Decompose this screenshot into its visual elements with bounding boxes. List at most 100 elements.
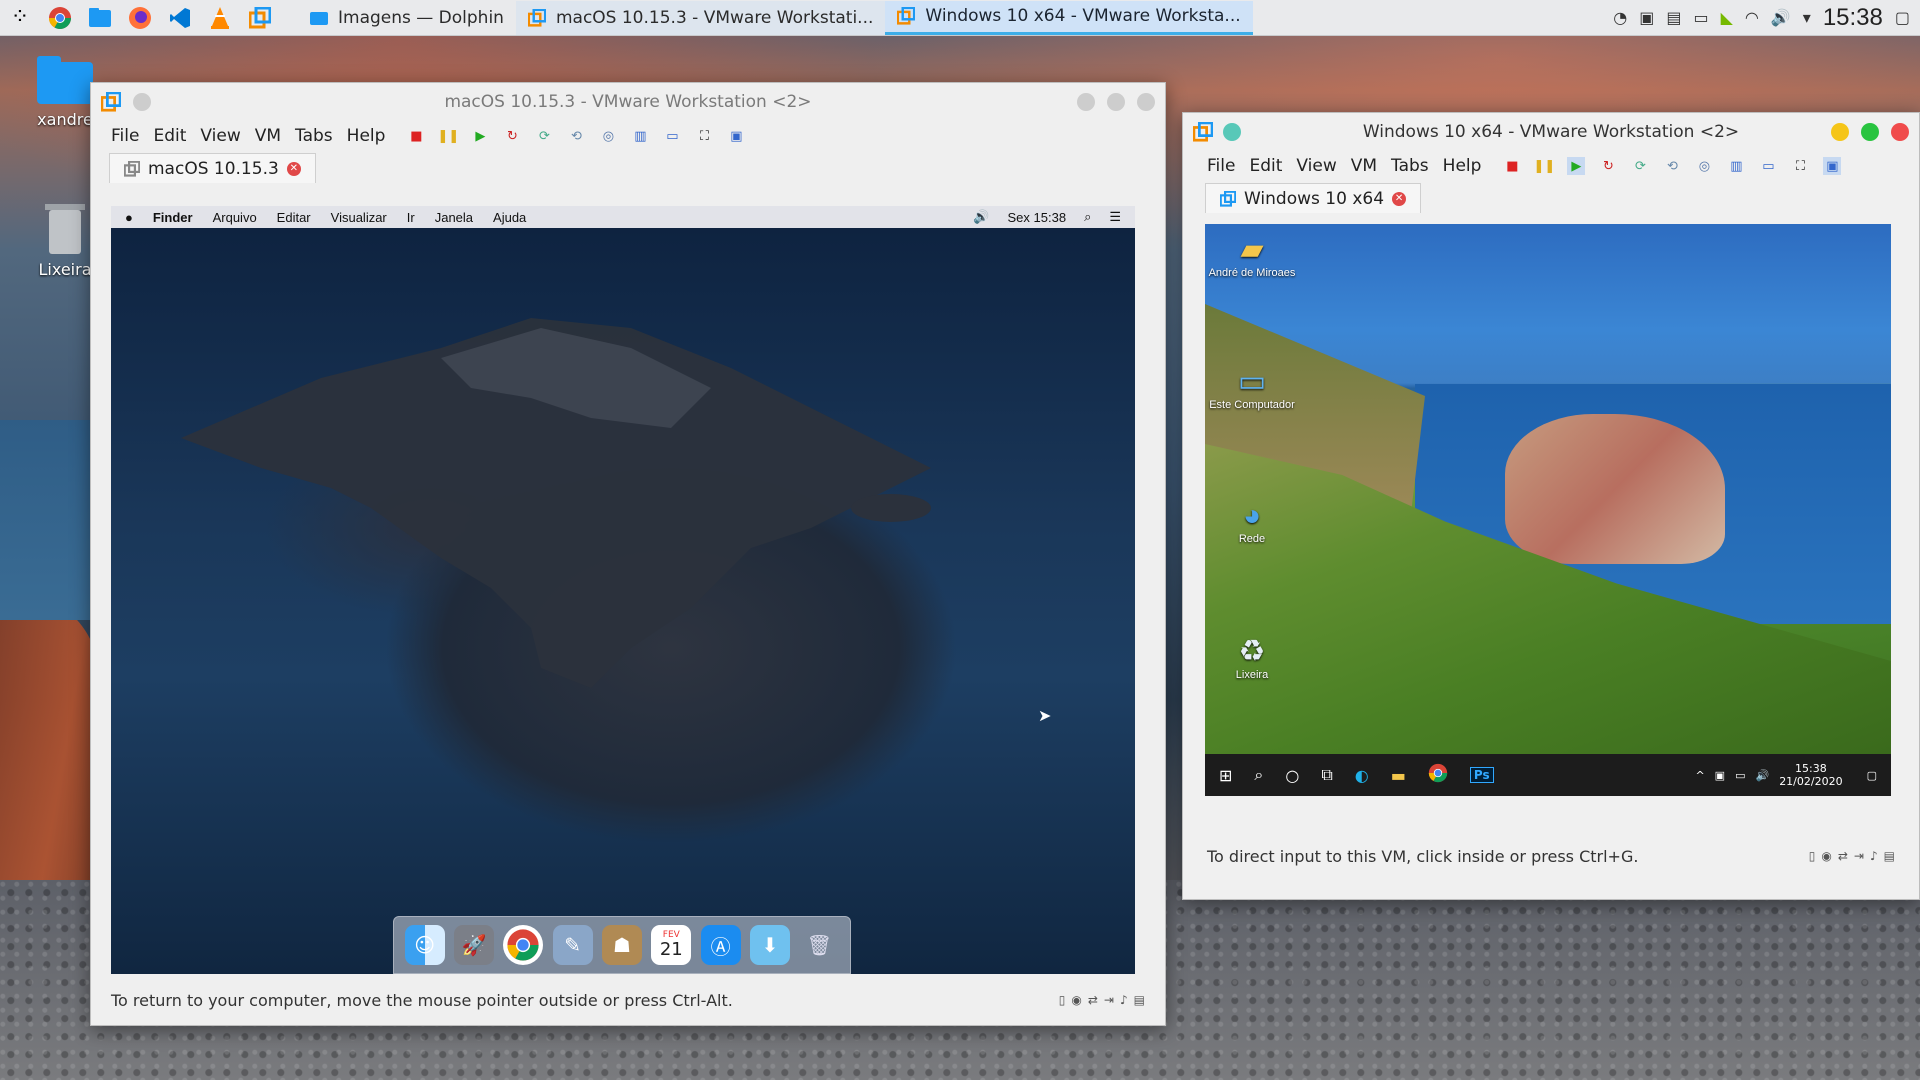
wifi-icon[interactable]: ◠ — [1745, 8, 1759, 27]
messenger-icon[interactable]: ◔ — [1613, 8, 1627, 27]
battery-icon[interactable]: ▭ — [1693, 8, 1708, 27]
tab-close-icon[interactable]: ✕ — [1392, 191, 1407, 206]
menu-edit[interactable]: Edit — [1249, 156, 1282, 176]
network-icon[interactable]: ⇄ — [1088, 993, 1098, 1007]
file-explorer-icon[interactable]: ▬ — [1391, 766, 1406, 785]
macos-guest-screen[interactable]: ● Finder Arquivo Editar Visualizar Ir Ja… — [111, 206, 1135, 974]
maximize-button[interactable] — [1861, 123, 1879, 141]
chrome-icon[interactable] — [1428, 763, 1448, 787]
app-launcher-icon[interactable]: ⁘ — [0, 0, 40, 36]
menu-help[interactable]: Help — [1443, 156, 1482, 176]
unity-icon[interactable]: ▣ — [727, 127, 745, 145]
cortana-icon[interactable]: ○ — [1285, 766, 1299, 785]
revert-snapshot-icon[interactable]: ⟲ — [567, 127, 585, 145]
menu-edit[interactable]: Edit — [153, 126, 186, 146]
win-icon-network[interactable]: ◕ Rede — [1207, 499, 1297, 545]
notification-center-icon[interactable]: ☰ — [1109, 209, 1121, 225]
tab-close-icon[interactable]: ✕ — [286, 161, 301, 176]
pin-button[interactable] — [1223, 123, 1241, 141]
reset-icon[interactable]: ↻ — [1599, 157, 1617, 175]
mac-menu-visualizar[interactable]: Visualizar — [331, 210, 387, 225]
vmware-window-windows[interactable]: Windows 10 x64 - VMware Workstation <2> … — [1182, 112, 1920, 900]
menu-help[interactable]: Help — [347, 126, 386, 146]
sound-icon[interactable]: ♪ — [1120, 993, 1128, 1007]
snapshot-manager-icon[interactable]: ◎ — [599, 127, 617, 145]
task-vmware-mac[interactable]: macOS 10.15.3 - VMware Workstati... — [515, 0, 886, 35]
minimize-button[interactable] — [1077, 93, 1095, 111]
power-on-icon[interactable]: ▶ — [1567, 157, 1586, 175]
snapshot-icon[interactable]: ⟳ — [535, 127, 553, 145]
menu-file[interactable]: File — [1207, 156, 1235, 176]
menu-vm[interactable]: VM — [1351, 156, 1377, 176]
chrome-icon[interactable] — [40, 0, 80, 36]
fullscreen-icon[interactable]: ⛶ — [1791, 157, 1809, 175]
menu-tabs[interactable]: Tabs — [1391, 156, 1429, 176]
start-button-icon[interactable]: ⊞ — [1219, 766, 1232, 785]
preview-icon[interactable]: ✎ — [552, 925, 593, 965]
snapshot-manager-icon[interactable]: ◎ — [1695, 157, 1713, 175]
battery-tray-icon[interactable]: ▭ — [1735, 769, 1745, 782]
spotlight-icon[interactable]: ⌕ — [1084, 209, 1091, 225]
usb-icon[interactable]: ⇥ — [1104, 993, 1114, 1007]
pin-button[interactable] — [133, 93, 151, 111]
task-view-icon[interactable]: ⧉ — [1321, 765, 1332, 785]
expand-tray-icon[interactable]: ▾ — [1803, 8, 1811, 27]
message-icon[interactable]: ▤ — [1884, 849, 1895, 863]
network-tray-icon[interactable]: ▣ — [1715, 769, 1725, 782]
reset-icon[interactable]: ↻ — [503, 127, 521, 145]
window-titlebar[interactable]: Windows 10 x64 - VMware Workstation <2> — [1183, 113, 1919, 151]
mac-menu-janela[interactable]: Janela — [435, 210, 473, 225]
menu-vm[interactable]: VM — [255, 126, 281, 146]
task-vmware-windows[interactable]: Windows 10 x64 - VMware Worksta... — [885, 0, 1253, 35]
sound-icon[interactable]: ♪ — [1870, 849, 1878, 863]
menu-file[interactable]: File — [111, 126, 139, 146]
search-icon[interactable]: ⌕ — [1254, 765, 1263, 785]
cdrom-icon[interactable]: ◉ — [1821, 849, 1831, 863]
hdd-icon[interactable]: ▯ — [1809, 849, 1816, 863]
contacts-icon[interactable]: ☗ — [601, 925, 642, 965]
revert-snapshot-icon[interactable]: ⟲ — [1663, 157, 1681, 175]
downloads-folder-icon[interactable]: ⬇ — [749, 925, 790, 965]
volume-tray-icon[interactable]: 🔊 — [1755, 769, 1769, 782]
launchpad-icon[interactable]: 🚀 — [453, 925, 494, 965]
menu-tabs[interactable]: Tabs — [295, 126, 333, 146]
vmware-icon[interactable] — [240, 0, 280, 36]
mac-menu-ir[interactable]: Ir — [407, 210, 415, 225]
tab-macos[interactable]: macOS 10.15.3 ✕ — [109, 153, 316, 183]
apple-menu-icon[interactable]: ● — [125, 210, 133, 225]
message-icon[interactable]: ▤ — [1134, 993, 1145, 1007]
hdd-icon[interactable]: ▯ — [1059, 993, 1066, 1007]
mac-menu-editar[interactable]: Editar — [277, 210, 311, 225]
maximize-button[interactable] — [1107, 93, 1125, 111]
edge-icon[interactable]: ◐ — [1355, 766, 1369, 785]
snapshot-icon[interactable]: ⟳ — [1631, 157, 1649, 175]
windows-clock[interactable]: 15:38 21/02/2020 — [1779, 762, 1842, 788]
cdrom-icon[interactable]: ◉ — [1071, 993, 1081, 1007]
menu-view[interactable]: View — [1296, 156, 1336, 176]
tab-windows[interactable]: Windows 10 x64 ✕ — [1205, 183, 1422, 213]
photoshop-icon[interactable]: Ps — [1469, 767, 1494, 783]
clipboard-icon[interactable]: ▤ — [1666, 8, 1681, 27]
mac-menu-arquivo[interactable]: Arquivo — [213, 210, 257, 225]
power-off-icon[interactable]: ■ — [407, 127, 425, 145]
win-icon-recycle-bin[interactable]: ♻ Lixeira — [1207, 634, 1297, 681]
minimize-button[interactable] — [1831, 123, 1849, 141]
firefox-icon[interactable] — [120, 0, 160, 36]
action-center-icon[interactable]: ▢ — [1867, 769, 1877, 782]
console-view-icon[interactable]: ▭ — [663, 127, 681, 145]
show-desktop-icon[interactable]: ▢ — [1895, 8, 1910, 27]
calendar-icon[interactable]: FEV 21 — [651, 925, 692, 965]
power-on-icon[interactable]: ▶ — [471, 127, 489, 145]
chrome-icon[interactable] — [503, 925, 544, 965]
library-icon[interactable]: ▥ — [1727, 157, 1745, 175]
trash-icon[interactable]: 🗑 — [799, 925, 839, 965]
vmware-tray-icon[interactable]: ▣ — [1639, 8, 1654, 27]
dolphin-icon[interactable] — [80, 0, 120, 36]
panel-clock[interactable]: 15:38 — [1823, 4, 1883, 32]
vmware-window-macos[interactable]: macOS 10.15.3 - VMware Workstation <2> F… — [90, 82, 1166, 1026]
suspend-icon[interactable]: ❚❚ — [438, 127, 460, 145]
suspend-icon[interactable]: ❚❚ — [1534, 157, 1556, 175]
volume-icon[interactable]: 🔊 — [1771, 8, 1791, 27]
win-icon-user-folder[interactable]: ▰ André de Miroaes — [1207, 232, 1297, 279]
mac-clock[interactable]: Sex 15:38 — [1008, 210, 1067, 225]
